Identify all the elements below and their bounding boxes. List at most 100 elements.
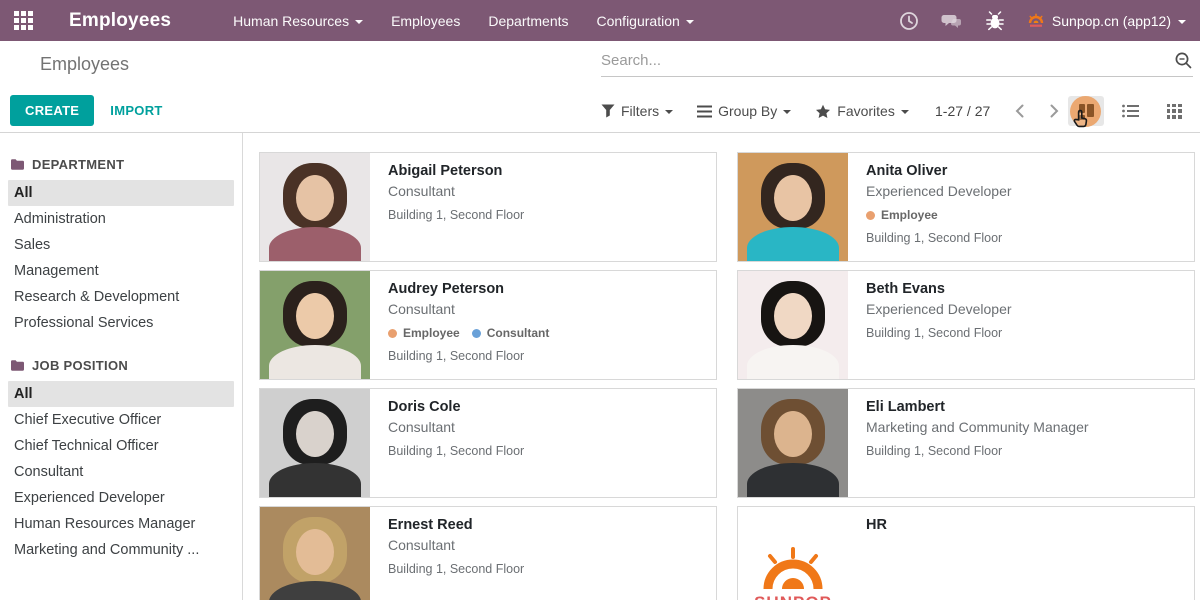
group-by-label: Group By	[718, 103, 777, 119]
sidebar-item-sales[interactable]: Sales	[8, 232, 234, 258]
filters-button[interactable]: Filters	[601, 103, 673, 119]
sidebar-item-research-development[interactable]: Research & Development	[8, 284, 234, 310]
company-logo-icon	[1027, 13, 1045, 28]
create-button[interactable]: CREATE	[10, 95, 94, 126]
employee-location: Building 1, Second Floor	[388, 208, 524, 222]
menu-item-configuration[interactable]: Configuration	[597, 13, 694, 29]
sidebar-item-human-resources-manager[interactable]: Human Resources Manager	[8, 511, 234, 537]
sidebar-item-chief-technical-officer[interactable]: Chief Technical Officer	[8, 433, 234, 459]
chevron-down-icon	[901, 110, 909, 114]
employee-tags: Employee Consultant	[388, 326, 549, 340]
filters-label: Filters	[621, 103, 659, 119]
top-menu: Human Resources Employees Departments Confi…	[233, 13, 694, 29]
employee-card-eli-lambert[interactable]: Eli Lambert Marketing and Community Mana…	[737, 388, 1195, 498]
employee-photo	[260, 153, 370, 261]
employee-location: Building 1, Second Floor	[866, 326, 1012, 340]
employee-info: Anita Oliver Experienced Developer Emplo…	[848, 153, 1026, 261]
activities-clock-icon[interactable]	[899, 11, 919, 31]
logo-text: SUNPOP	[754, 593, 832, 600]
sidebar-item-management[interactable]: Management	[8, 258, 234, 284]
user-name: Sunpop.cn (app12)	[1052, 13, 1171, 29]
folder-icon	[11, 159, 24, 170]
menu-item-human-resources[interactable]: Human Resources	[233, 13, 363, 29]
employee-info: Doris Cole ConsultantBuilding 1, Second …	[370, 389, 538, 497]
group-by-button[interactable]: Group By	[697, 103, 791, 119]
grid-view-button[interactable]	[1156, 96, 1192, 126]
chevron-down-icon	[686, 20, 694, 24]
app-title: Employees	[69, 10, 171, 32]
chevron-down-icon	[783, 110, 791, 114]
sun-logo-icon	[754, 545, 832, 593]
employee-name: Eli Lambert	[866, 399, 1089, 415]
tag-consultant: Consultant	[472, 326, 550, 340]
import-button[interactable]: IMPORT	[110, 103, 162, 118]
folder-icon	[11, 360, 24, 371]
employee-location: Building 1, Second Floor	[866, 444, 1089, 458]
sidebar-item-chief-executive-officer[interactable]: Chief Executive Officer	[8, 407, 234, 433]
pager-next-button[interactable]	[1044, 101, 1064, 121]
chevron-down-icon	[1178, 20, 1186, 24]
chevron-down-icon	[665, 110, 673, 114]
company-logo: SUNPOP	[738, 507, 848, 600]
employee-info: Beth Evans Experienced Developer Building…	[848, 271, 1026, 379]
tag-color-dot	[472, 329, 481, 338]
employee-location: Building 1, Second Floor	[866, 231, 1012, 245]
employee-card-audrey-peterson[interactable]: Audrey Peterson Consultant Employee Cons…	[259, 270, 717, 380]
debug-bug-icon[interactable]	[985, 11, 1005, 31]
sidebar-section-department: DEPARTMENT AllAdministrationSalesManageme…	[8, 157, 234, 336]
employee-photo	[260, 271, 370, 379]
menu-item-employees[interactable]: Employees	[391, 13, 460, 29]
employee-photo	[260, 507, 370, 600]
employee-card-hr[interactable]: SUNPOP HR	[737, 506, 1195, 600]
employee-job-title: Experienced Developer	[866, 301, 1012, 317]
employee-card-doris-cole[interactable]: Doris Cole ConsultantBuilding 1, Second …	[259, 388, 717, 498]
employee-name: Beth Evans	[866, 281, 1012, 297]
top-navbar: Employees Human Resources Employees Depart…	[0, 0, 1200, 41]
employee-info: Eli Lambert Marketing and Community Mana…	[848, 389, 1103, 497]
pager-value: 1-27 / 27	[935, 103, 990, 119]
list-view-icon	[1122, 104, 1139, 118]
favorites-label: Favorites	[837, 103, 895, 119]
sidebar-item-marketing-and-community[interactable]: Marketing and Community ...	[8, 537, 234, 563]
search-bar	[601, 51, 1193, 77]
employee-card-ernest-reed[interactable]: Ernest Reed ConsultantBuilding 1, Second…	[259, 506, 717, 600]
employee-location: Building 1, Second Floor	[388, 562, 524, 576]
messages-icon[interactable]	[941, 11, 963, 31]
control-panel: Employees CREATE IMPORT Filters Group By…	[0, 41, 1200, 133]
user-menu[interactable]: Sunpop.cn (app12)	[1027, 13, 1186, 29]
sidebar-item-all[interactable]: All	[8, 180, 234, 206]
breadcrumb: Employees	[40, 54, 129, 75]
sidebar-item-professional-services[interactable]: Professional Services	[8, 310, 234, 336]
apps-grid-icon[interactable]	[14, 11, 33, 30]
employee-name: Audrey Peterson	[388, 281, 549, 297]
employee-card-abigail-peterson[interactable]: Abigail Peterson ConsultantBuilding 1, S…	[259, 152, 717, 262]
tag-color-dot	[388, 329, 397, 338]
menu-item-departments[interactable]: Departments	[488, 13, 568, 29]
sidebar-item-administration[interactable]: Administration	[8, 206, 234, 232]
employee-name: Anita Oliver	[866, 163, 1012, 179]
tag-color-dot	[866, 211, 875, 220]
employee-card-anita-oliver[interactable]: Anita Oliver Experienced Developer Emplo…	[737, 152, 1195, 262]
employee-photo	[738, 389, 848, 497]
sidebar-item-all[interactable]: All	[8, 381, 234, 407]
sidebar-item-experienced-developer[interactable]: Experienced Developer	[8, 485, 234, 511]
chevron-down-icon	[355, 20, 363, 24]
sidebar-item-consultant[interactable]: Consultant	[8, 459, 234, 485]
sidebar-section-job-position: JOB POSITIONAllChief Executive OfficerCh…	[8, 358, 234, 563]
employee-job-title: Consultant	[388, 183, 524, 199]
tag-employee: Employee	[388, 326, 460, 340]
section-header: DEPARTMENT	[8, 157, 234, 172]
grid-view-icon	[1167, 104, 1182, 119]
search-input[interactable]	[601, 52, 1174, 69]
favorites-button[interactable]: Favorites	[815, 103, 909, 119]
kanban-content: Abigail Peterson ConsultantBuilding 1, S…	[243, 133, 1200, 600]
list-view-button[interactable]	[1112, 96, 1148, 126]
kanban-view-button[interactable]	[1068, 96, 1104, 126]
tag-employee: Employee	[866, 208, 938, 222]
employee-photo	[260, 389, 370, 497]
cursor-hand-icon	[1072, 109, 1092, 131]
employee-card-beth-evans[interactable]: Beth Evans Experienced Developer Building…	[737, 270, 1195, 380]
search-icon[interactable]	[1174, 51, 1193, 70]
employee-name: Ernest Reed	[388, 517, 524, 533]
pager-previous-button[interactable]	[1010, 101, 1030, 121]
